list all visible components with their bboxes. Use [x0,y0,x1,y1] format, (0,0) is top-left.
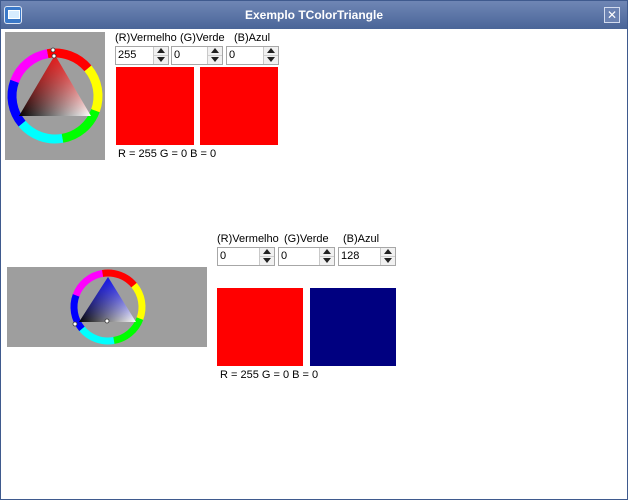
red-spinner-2[interactable] [217,247,275,266]
arrow-down-icon[interactable] [381,257,395,265]
color-swatch-right-1 [200,67,278,145]
blue-spinner-1-arrows[interactable] [263,47,278,64]
blue-input-1[interactable] [229,48,259,62]
color-swatch-left-1 [116,67,194,145]
color-marker-1[interactable] [51,53,57,59]
arrow-down-icon[interactable] [208,56,222,64]
red-label-1: (R)Vermelho [115,32,177,44]
color-triangle-2[interactable] [7,267,207,347]
green-input-1[interactable] [174,48,204,62]
blue-input-2[interactable] [341,249,371,263]
title-bar[interactable]: Exemplo TColorTriangle ✕ [1,1,627,29]
blue-spinner-2-arrows[interactable] [380,248,395,265]
color-triangle-panel-2[interactable] [7,267,207,347]
color-triangle-panel-1[interactable] [5,32,105,160]
arrow-up-icon[interactable] [260,248,274,257]
green-spinner-2-arrows[interactable] [319,248,334,265]
window-title: Exemplo TColorTriangle [244,8,384,22]
hue-marker-1[interactable] [50,47,56,53]
hue-marker-2[interactable] [72,321,78,327]
green-label-1: (G)Verde [180,32,225,44]
blue-spinner-1[interactable] [226,46,279,65]
blue-label-1: (B)Azul [234,32,271,44]
red-input-1[interactable] [118,48,148,62]
color-swatch-right-2 [310,288,396,366]
blue-spinner-2[interactable] [338,247,396,266]
arrow-down-icon[interactable] [154,56,168,64]
red-spinner-1[interactable] [115,46,169,65]
arrow-up-icon[interactable] [264,47,278,56]
arrow-down-icon[interactable] [320,257,334,265]
close-button[interactable]: ✕ [604,7,620,23]
red-input-2[interactable] [220,249,250,263]
green-spinner-1[interactable] [171,46,223,65]
close-icon: ✕ [606,8,618,22]
color-swatch-left-2 [217,288,303,366]
green-label-2: (G)Verde [284,233,329,245]
red-spinner-1-arrows[interactable] [153,47,168,64]
rgb-summary-1: R = 255 G = 0 B = 0 [118,148,217,160]
color-triangle-1[interactable] [5,32,105,160]
arrow-down-icon[interactable] [264,56,278,64]
red-spinner-2-arrows[interactable] [259,248,274,265]
green-spinner-1-arrows[interactable] [207,47,222,64]
app-window: Exemplo TColorTriangle ✕ (R)Vermelho (G)… [0,0,628,500]
arrow-up-icon[interactable] [154,47,168,56]
red-label-2: (R)Vermelho [217,233,279,245]
blue-label-2: (B)Azul [343,233,380,245]
arrow-up-icon[interactable] [381,248,395,257]
rgb-summary-2: R = 255 G = 0 B = 0 [220,369,319,381]
arrow-down-icon[interactable] [260,257,274,265]
color-marker-2[interactable] [104,318,110,324]
arrow-up-icon[interactable] [208,47,222,56]
arrow-up-icon[interactable] [320,248,334,257]
green-input-2[interactable] [281,249,311,263]
green-spinner-2[interactable] [278,247,335,266]
